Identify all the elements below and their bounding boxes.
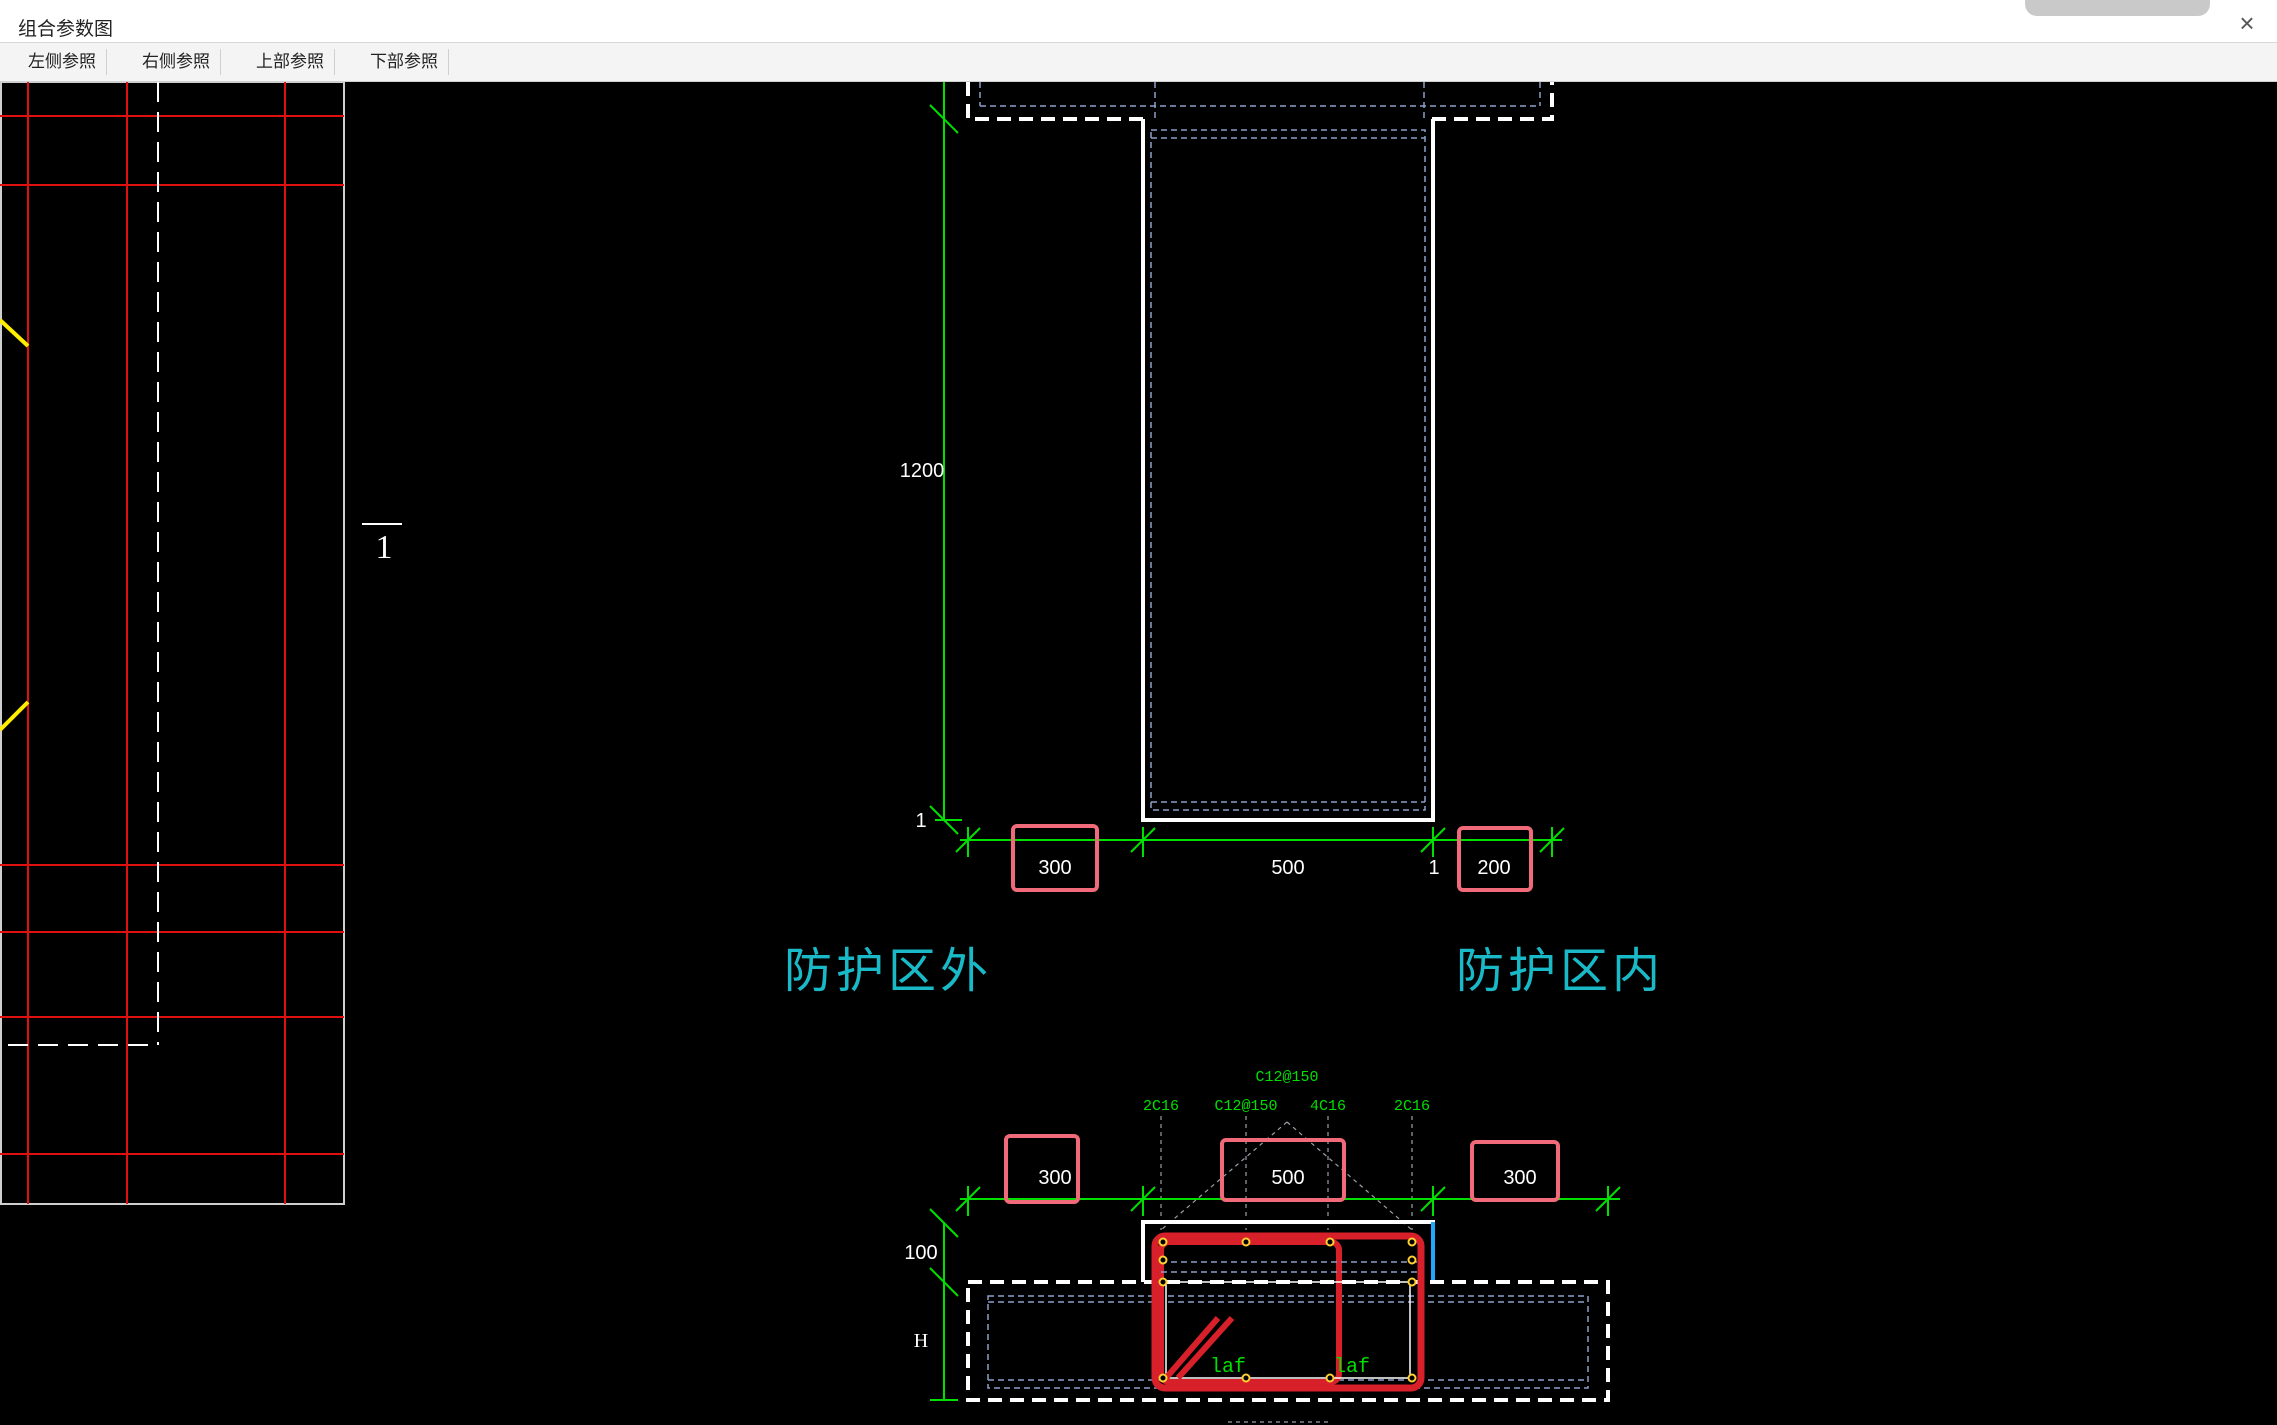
rebar-label-3: 4C16 — [1310, 1098, 1346, 1115]
elevation-view: 1200 1 500 1 — [900, 82, 1565, 879]
top-reference-button[interactable]: 上部参照 — [246, 49, 335, 75]
section-mark: 1 — [376, 529, 393, 566]
elevation-right-mark: 1 — [1428, 857, 1439, 879]
elevation-dim-left: 300 — [1038, 857, 1071, 879]
zone-inside-label: 防护区内 — [1456, 943, 1664, 999]
section-view: C12@150 2C16 C12@150 4C16 2C16 100 H laf… — [904, 1069, 1621, 1423]
drawing-canvas[interactable]: 1 1200 1 500 1 300 200 防护区外 防护区内 C12@150… — [0, 82, 2277, 1425]
bottom-mark: 1 — [915, 810, 926, 832]
window-title: 组合参数图 — [18, 19, 114, 40]
elevation-dim-middle: 500 — [1271, 857, 1304, 879]
left-reference-button[interactable]: 左侧参照 — [18, 49, 107, 75]
height-dimension: 1200 — [900, 460, 945, 482]
section-dim-h: H — [914, 1330, 928, 1352]
rebar-label-top: C12@150 — [1255, 1069, 1318, 1086]
section-dim-right: 300 — [1503, 1167, 1536, 1189]
laf-label-left: laf — [1210, 1356, 1246, 1379]
elevation-dim-right: 200 — [1477, 857, 1510, 879]
toolbar: 左侧参照 右侧参照 上部参照 下部参照 — [0, 43, 2277, 82]
bottom-reference-button[interactable]: 下部参照 — [360, 49, 449, 75]
rebar-label-1: 2C16 — [1143, 1098, 1179, 1115]
section-dim-middle: 500 — [1271, 1167, 1304, 1189]
titlebar-accent — [2025, 0, 2210, 16]
close-button[interactable]: × — [2232, 10, 2262, 36]
rebar-label-2: C12@150 — [1214, 1098, 1277, 1115]
window-titlebar: 组合参数图 × — [0, 0, 2277, 43]
rebar-label-4: 2C16 — [1394, 1098, 1430, 1115]
section-dim-100: 100 — [904, 1242, 937, 1264]
left-reference-panel — [0, 82, 345, 1205]
zone-outside-label: 防护区外 — [784, 943, 992, 999]
laf-label-right: laf — [1334, 1356, 1370, 1379]
right-reference-button[interactable]: 右侧参照 — [132, 49, 221, 75]
section-dim-left: 300 — [1038, 1167, 1071, 1189]
